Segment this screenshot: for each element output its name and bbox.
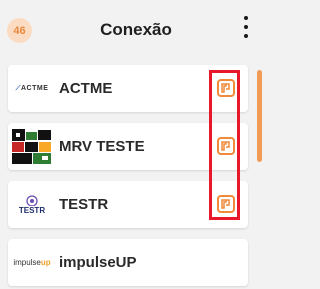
testr-logo: TESTR [12,187,52,222]
connection-card-impulseup[interactable]: impulseup impulseUP [8,239,248,286]
connect-plug-icon[interactable] [217,79,235,97]
actme-logo: ⟋ACTME [15,84,49,92]
mrv-teste-logo [12,129,52,164]
header: 46 Conexão [0,0,268,58]
connection-name: MRV TESTE [59,138,145,155]
connection-name: ACTME [59,80,113,97]
connection-card-mrv-teste[interactable]: MRV TESTE [8,123,248,170]
kebab-menu-icon[interactable] [241,16,251,38]
connect-plug-icon[interactable] [217,137,235,155]
page-title: Conexão [100,20,172,39]
connect-plug-icon[interactable] [217,195,235,213]
impulseup-logo: impulseup [13,258,51,267]
connection-card-actme[interactable]: ⟋ACTME ACTME [8,65,248,112]
count-badge: 46 [7,18,32,43]
connection-card-testr[interactable]: TESTR TESTR [8,181,248,228]
connection-name: impulseUP [59,254,137,271]
scrollbar-thumb[interactable] [257,70,262,162]
connection-name: TESTR [59,196,109,213]
